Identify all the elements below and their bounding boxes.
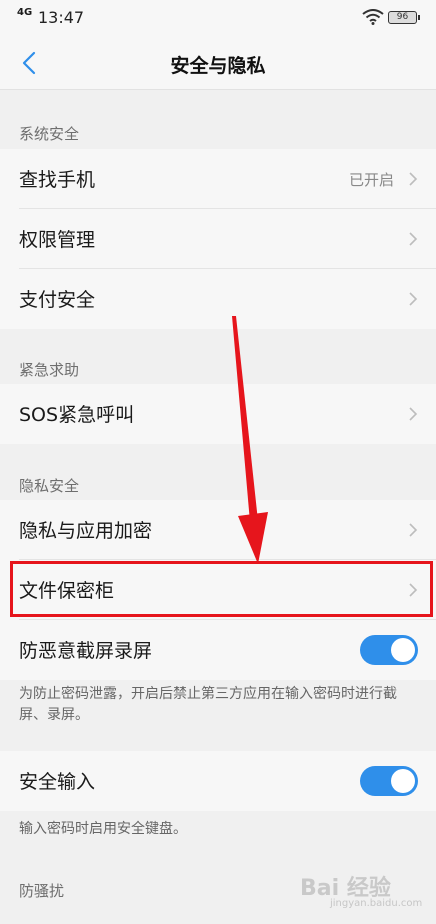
settings-item-label: 隐私与应用加密: [19, 520, 153, 542]
chevron-right-icon: [409, 407, 418, 421]
chevron-right-icon: [409, 232, 418, 246]
annotation-arrow: [232, 316, 268, 564]
anti-screenshot-description: 为防止密码泄露，开启后禁止第三方应用在输入密码时进行截屏、录屏。: [19, 686, 397, 723]
settings-item-secure-input: 安全输入: [0, 751, 436, 811]
settings-item-label: 防恶意截屏录屏: [19, 640, 153, 662]
settings-item-payment[interactable]: 支付安全: [0, 269, 436, 329]
settings-item-label: SOS紧急呼叫: [19, 404, 135, 426]
watermark-url: jingyan.baidu.com: [330, 898, 423, 909]
settings-item-anti-screenshot: 防恶意截屏录屏: [0, 620, 436, 680]
battery-icon: 96: [388, 11, 420, 24]
settings-item-label: 支付安全: [19, 289, 96, 311]
settings-item-app-encryption[interactable]: 隐私与应用加密: [0, 500, 436, 560]
settings-item-find-phone[interactable]: 查找手机 已开启: [0, 149, 436, 209]
chevron-right-icon: [409, 172, 418, 186]
toggle-knob: [391, 638, 415, 662]
chevron-right-icon: [409, 523, 418, 537]
navigation-bar: 安全与隐私: [0, 36, 436, 90]
wifi-icon: [362, 9, 384, 25]
highlight-box: [10, 561, 433, 617]
page-title: 安全与隐私: [170, 55, 266, 77]
anti-screenshot-toggle[interactable]: [360, 635, 418, 665]
toggle-knob: [391, 769, 415, 793]
secure-input-toggle[interactable]: [360, 766, 418, 796]
settings-item-label: 查找手机: [19, 169, 96, 191]
network-indicator: 4G: [17, 7, 33, 18]
settings-item-permission[interactable]: 权限管理: [0, 209, 436, 269]
status-time: 13:47: [38, 8, 85, 27]
section-header-emergency: 紧急求助: [19, 361, 80, 379]
settings-item-label: 权限管理: [19, 229, 96, 251]
settings-item-sos[interactable]: SOS紧急呼叫: [0, 384, 436, 444]
section-header-harassment: 防骚扰: [19, 882, 65, 900]
section-header-system: 系统安全: [19, 125, 80, 143]
secure-input-description: 输入密码时启用安全键盘。: [19, 821, 187, 837]
chevron-right-icon: [409, 292, 418, 306]
section-header-privacy: 隐私安全: [19, 477, 80, 495]
battery-level: 96: [396, 12, 409, 22]
status-bar: 4G 13:47 96: [0, 0, 436, 36]
find-phone-status: 已开启: [348, 171, 394, 189]
settings-item-label: 安全输入: [19, 771, 96, 793]
